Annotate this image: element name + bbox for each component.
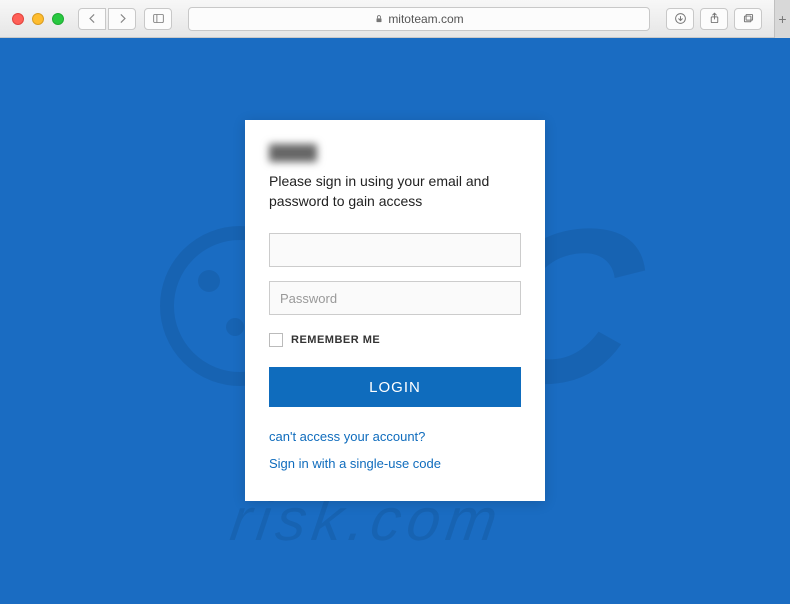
new-tab-button[interactable]: + bbox=[774, 0, 790, 38]
close-window-button[interactable] bbox=[12, 13, 24, 25]
download-icon bbox=[674, 12, 687, 25]
url-text: mitoteam.com bbox=[388, 12, 463, 26]
share-icon bbox=[708, 12, 721, 25]
login-subtitle: Please sign in using your email and pass… bbox=[269, 172, 521, 211]
login-button[interactable]: LOGIN bbox=[269, 367, 521, 407]
plus-icon: + bbox=[778, 11, 786, 27]
brand-logo bbox=[269, 144, 317, 162]
cant-access-link[interactable]: can't access your account? bbox=[269, 429, 521, 444]
login-card: Please sign in using your email and pass… bbox=[245, 120, 545, 501]
address-bar[interactable]: mitoteam.com bbox=[188, 7, 650, 31]
password-field[interactable] bbox=[269, 281, 521, 315]
page-viewport: PC risk.com Please sign in using your em… bbox=[0, 38, 790, 604]
forward-button[interactable] bbox=[108, 8, 136, 30]
chevron-left-icon bbox=[86, 12, 99, 25]
lock-icon bbox=[374, 14, 384, 24]
nav-back-forward bbox=[78, 8, 136, 30]
browser-toolbar: mitoteam.com + bbox=[0, 0, 790, 38]
minimize-window-button[interactable] bbox=[32, 13, 44, 25]
maximize-window-button[interactable] bbox=[52, 13, 64, 25]
tabs-button[interactable] bbox=[734, 8, 762, 30]
downloads-button[interactable] bbox=[666, 8, 694, 30]
window-controls bbox=[12, 13, 64, 25]
toolbar-right bbox=[666, 8, 762, 30]
chevron-right-icon bbox=[116, 12, 129, 25]
login-button-label: LOGIN bbox=[369, 379, 421, 396]
remember-label: REMEMBER ME bbox=[291, 334, 380, 346]
share-button[interactable] bbox=[700, 8, 728, 30]
tabs-icon bbox=[742, 12, 755, 25]
back-button[interactable] bbox=[78, 8, 106, 30]
email-field[interactable] bbox=[269, 233, 521, 267]
sidebar-icon bbox=[152, 12, 165, 25]
remember-checkbox[interactable] bbox=[269, 333, 283, 347]
remember-row: REMEMBER ME bbox=[269, 333, 521, 347]
sidebar-toggle-button[interactable] bbox=[144, 8, 172, 30]
single-use-code-link[interactable]: Sign in with a single-use code bbox=[269, 456, 521, 471]
